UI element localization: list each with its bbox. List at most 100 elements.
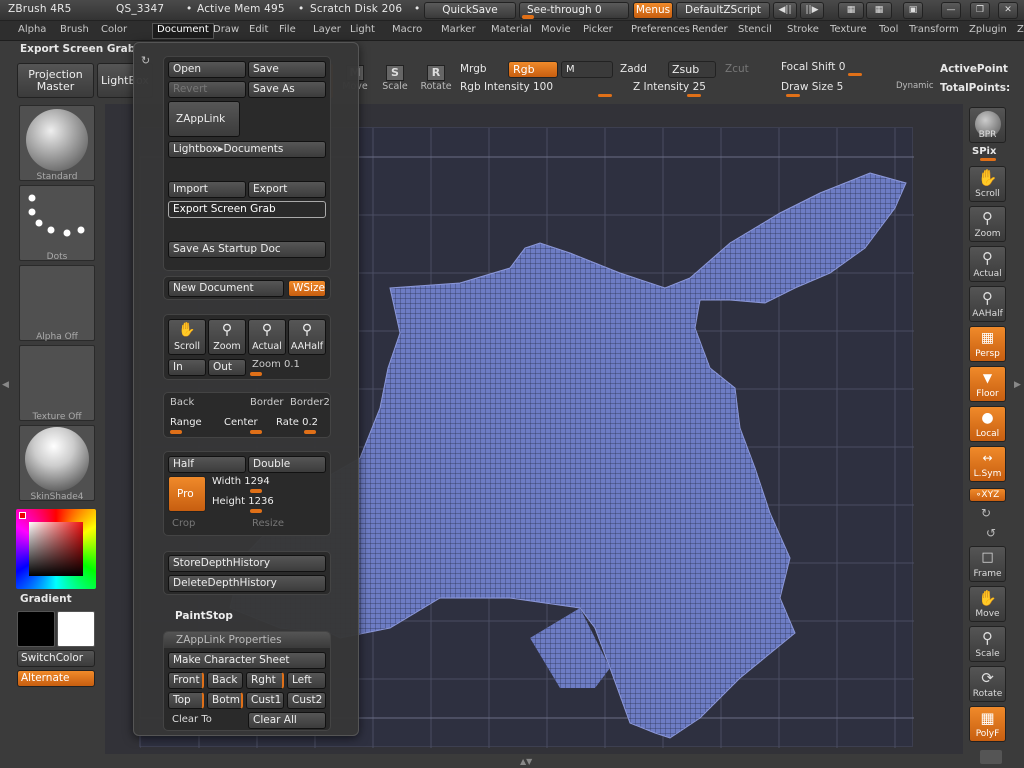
menu-movie[interactable]: Movie [541,24,571,35]
save-button[interactable]: Save [248,61,326,78]
focal-shift-slider[interactable]: Focal Shift 0 [781,61,845,73]
menu-preferences[interactable]: Preferences [631,24,690,35]
rate-handle[interactable] [304,430,316,434]
material-tile[interactable] [19,425,95,501]
clear-all-button[interactable]: Clear All [248,712,326,729]
color-picker-ring[interactable] [16,509,96,589]
see-through-handle[interactable] [522,15,534,19]
zoom-view-button[interactable]: ⚲ Zoom [969,206,1006,242]
half-button[interactable]: Half [168,456,246,473]
menu-layer[interactable]: Layer [313,24,341,35]
switch-color-button[interactable]: SwitchColor [17,650,95,667]
minimize-icon[interactable]: — [941,2,961,19]
bpr-button[interactable]: BPR [969,107,1006,143]
left-tray-arrow-icon[interactable]: ◀ [2,380,10,410]
actual-view-button[interactable]: ⚲ Actual [969,246,1006,282]
bottom-view-button[interactable]: Botm [207,692,243,709]
rate-slider[interactable]: Rate 0.2 [276,417,318,428]
rotate-z-icon[interactable]: ↺ [986,526,996,540]
frame-button[interactable]: □ Frame [969,546,1006,582]
rotate-button[interactable]: R Rotate [420,61,452,99]
m-button[interactable]: M [561,61,613,78]
menu-macro[interactable]: Macro [392,24,422,35]
floor-button[interactable]: ▼ Floor [969,366,1006,402]
local-button[interactable]: ● Local [969,406,1006,442]
height-handle[interactable] [250,509,262,513]
zoom-in-button[interactable]: In [168,359,206,376]
zsub-button[interactable]: Zsub [668,61,716,78]
range-handle[interactable] [170,430,182,434]
rgb-button[interactable]: Rgb [508,61,558,78]
menu-light[interactable]: Light [350,24,375,35]
stroke-tile[interactable] [19,185,95,261]
alpha-tile[interactable] [19,265,95,341]
quicksave-button[interactable]: QuickSave [424,2,516,19]
menu-texture[interactable]: Texture [830,24,867,35]
menu-draw[interactable]: Draw [213,24,239,35]
save-as-startup-doc-button[interactable]: Save As Startup Doc [168,241,326,258]
restore-icon[interactable]: ❐ [970,2,990,19]
menu-stroke[interactable]: Stroke [787,24,819,35]
menu-stencil[interactable]: Stencil [738,24,772,35]
spix-slider[interactable]: SPix [972,146,996,157]
zadd-button[interactable]: Zadd [620,63,647,75]
scale-view-button[interactable]: ⚲ Scale [969,626,1006,662]
rgb-intensity-handle[interactable] [598,94,612,97]
palette-left-icon[interactable]: ▦ [838,2,864,19]
make-character-sheet-button[interactable]: Make Character Sheet [168,652,326,669]
bottom-tray-arrow-icon[interactable]: ▲▼ [520,757,544,767]
secondary-color-swatch[interactable] [57,611,95,647]
brush-tile[interactable] [19,105,95,181]
zcut-button[interactable]: Zcut [725,63,749,75]
z-intensity-slider[interactable]: Z Intensity 25 [633,81,706,93]
primary-color-swatch[interactable] [17,611,55,647]
focal-shift-handle[interactable] [848,73,862,76]
aahalf-button[interactable]: ⚲ AAHalf [288,319,326,355]
border-color-button[interactable]: Border [250,397,284,408]
crop-button[interactable]: Crop [172,518,195,529]
rotate-view-button[interactable]: ⟳ Rotate [969,666,1006,702]
clear-to-button[interactable]: Clear To [172,714,212,725]
menu-brush[interactable]: Brush [60,24,89,35]
menu-edit[interactable]: Edit [249,24,268,35]
menu-zscript[interactable]: Zscript [1017,24,1024,35]
import-button[interactable]: Import [168,181,246,198]
draw-size-handle[interactable] [786,94,800,97]
menu-zplugin[interactable]: Zplugin [969,24,1007,35]
lightbox-documents-button[interactable]: Lightbox▸Documents [168,141,326,158]
persp-button[interactable]: ▦ Persp [969,326,1006,362]
height-slider[interactable]: Height 1236 [212,496,274,507]
center-slider[interactable]: Center [224,417,258,428]
open-button[interactable]: Open [168,61,246,78]
polyf-button[interactable]: ▦ PolyF [969,706,1006,742]
back-color-button[interactable]: Back [170,397,194,408]
aahalf-view-button[interactable]: ⚲ AAHalf [969,286,1006,322]
double-button[interactable]: Double [248,456,326,473]
layout-prev-icon[interactable]: ◀|| [773,2,797,19]
projection-master-button[interactable]: Projection Master [17,63,94,98]
back-view-button[interactable]: Back [207,672,243,689]
mrgb-button[interactable]: Mrgb [460,63,487,75]
zapplink-properties-header[interactable]: ZAppLink Properties [164,632,330,648]
wsize-button[interactable]: WSize [288,280,326,297]
store-depth-history-button[interactable]: StoreDepthHistory [168,555,326,572]
pin-icon[interactable]: ↻ [141,54,150,67]
lock-icon[interactable]: ▣ [903,2,923,19]
new-document-button[interactable]: New Document [168,280,284,297]
menu-marker[interactable]: Marker [441,24,476,35]
zoom-button[interactable]: ⚲ Zoom [208,319,246,355]
close-icon[interactable]: ✕ [998,2,1018,19]
see-through-slider[interactable]: See-through 0 [519,2,629,19]
front-view-button[interactable]: Front [168,672,204,689]
resize-button[interactable]: Resize [252,518,284,529]
pro-button[interactable]: Pro [168,476,206,512]
default-zscript-button[interactable]: DefaultZScript [676,2,770,19]
scroll-button[interactable]: ✋ Scroll [168,319,206,355]
left-view-button[interactable]: Left [287,672,326,689]
lsym-button[interactable]: ↔ L.Sym [969,446,1006,482]
paintstop-item[interactable]: PaintStop [175,610,233,622]
spix-handle[interactable] [980,158,996,161]
rotate-y-icon[interactable]: ↻ [981,506,991,520]
rgb-intensity-slider[interactable]: Rgb Intensity 100 [460,81,553,93]
width-handle[interactable] [250,489,262,493]
